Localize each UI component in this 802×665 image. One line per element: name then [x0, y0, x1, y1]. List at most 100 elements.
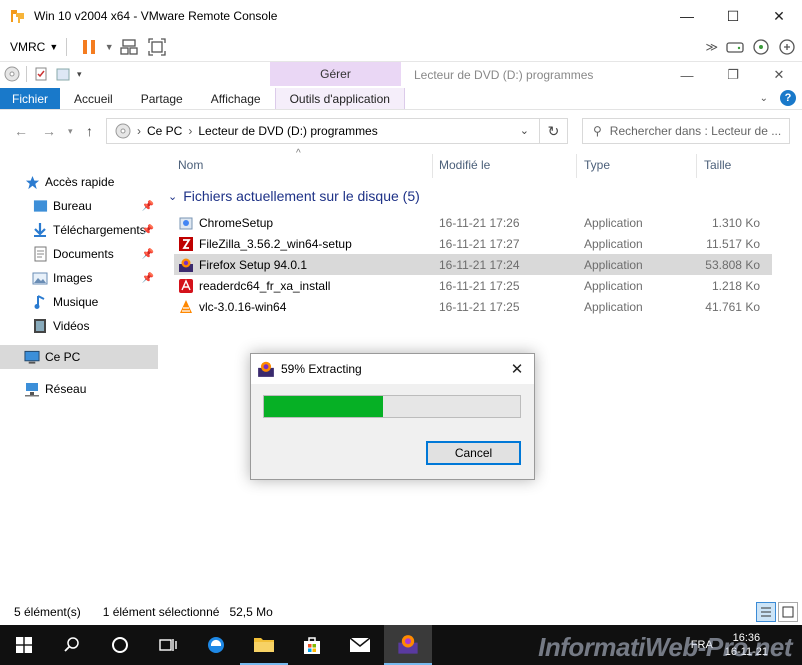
cortana-button[interactable] [96, 625, 144, 665]
customize-qa-icon[interactable]: ▾ [77, 69, 82, 80]
breadcrumb-ce-pc[interactable]: Ce PC [147, 124, 182, 138]
windows-taskbar: FRA 16:36 16-11-21 InformatiWeb-Pro.net [0, 625, 802, 665]
tab-outils-application[interactable]: Outils d'application [274, 88, 405, 109]
file-type: Application [584, 236, 643, 251]
forward-arrow-icon[interactable]: → [42, 123, 56, 139]
recent-locations-icon[interactable]: ▾ [68, 126, 73, 137]
sidebar-item-images[interactable]: Images 📌 [0, 266, 158, 290]
address-bar[interactable]: › Ce PC › Lecteur de DVD (D:) programmes… [106, 118, 540, 144]
column-divider[interactable] [576, 154, 577, 178]
hard-drive-icon[interactable] [726, 40, 744, 54]
music-icon [32, 294, 48, 310]
refresh-button[interactable]: ↻ [540, 118, 568, 144]
vmrc-menu-label: VMRC [10, 39, 46, 54]
file-type: Application [584, 257, 643, 272]
taskbar-mail[interactable] [336, 625, 384, 665]
start-button[interactable] [0, 625, 48, 665]
column-divider[interactable] [432, 154, 433, 178]
usb-device-icon[interactable] [778, 38, 796, 56]
sidebar-item-telechargements[interactable]: Téléchargements 📌 [0, 218, 158, 242]
chevron-down-icon[interactable]: ⌄ [520, 124, 529, 137]
explorer-minimize-button[interactable]: — [664, 62, 710, 88]
chevron-down-icon: ▼ [104, 41, 114, 52]
extract-progress-bar [263, 395, 521, 418]
status-selection: 1 élément sélectionné [102, 605, 220, 619]
cancel-button[interactable]: Cancel [426, 441, 521, 465]
taskbar-firefox-installer[interactable] [384, 625, 432, 665]
pin-icon: 📌 [141, 200, 154, 212]
task-view-button[interactable] [144, 625, 192, 665]
sidebar-item-reseau[interactable]: Réseau [0, 377, 158, 401]
file-name: Firefox Setup 94.0.1 [199, 257, 308, 272]
file-name: readerdc64_fr_xa_install [199, 278, 331, 293]
taskbar-edge[interactable] [192, 625, 240, 665]
qa-divider [26, 66, 27, 82]
file-row-firefox-setup[interactable]: Firefox Setup 94.0.1 16-11-21 17:24 Appl… [174, 254, 772, 275]
file-size: 11.517 Ko [706, 236, 760, 251]
tab-fichier[interactable]: Fichier [0, 88, 61, 109]
filezilla-icon [179, 236, 193, 251]
tab-partage[interactable]: Partage [127, 88, 197, 109]
search-icon: ⚲ [593, 124, 602, 138]
sidebar-item-ce-pc[interactable]: Ce PC [0, 345, 158, 369]
status-item-count: 5 élément(s) [14, 605, 81, 619]
video-folder-icon [32, 318, 48, 334]
minimize-button[interactable]: — [664, 0, 710, 32]
breadcrumb-dvd-drive[interactable]: Lecteur de DVD (D:) programmes [198, 124, 377, 138]
refresh-icon: ↻ [547, 122, 560, 139]
power-menu-button[interactable]: ▼ [103, 37, 115, 57]
taskbar-store[interactable] [288, 625, 336, 665]
sidebar-item-documents[interactable]: Documents 📌 [0, 242, 158, 266]
cd-drive-icon[interactable] [752, 38, 770, 56]
file-row-chromesetup[interactable]: ChromeSetup 16-11-21 17:26 Application 1… [174, 212, 772, 233]
sidebar-item-label: Bureau [53, 199, 92, 213]
taskbar-file-explorer[interactable] [240, 625, 288, 665]
ribbon-tabs: Fichier Accueil Partage Affichage Outils… [0, 88, 802, 110]
file-row-reader[interactable]: readerdc64_fr_xa_install 16-11-21 17:25 … [174, 275, 772, 296]
back-arrow-icon[interactable]: ← [14, 123, 28, 139]
pause-button[interactable] [79, 37, 99, 57]
sidebar-item-acces-rapide[interactable]: Accès rapide [0, 170, 158, 194]
dialog-close-button[interactable]: ✕ [500, 354, 534, 384]
tab-accueil[interactable]: Accueil [60, 88, 127, 109]
sidebar-item-label: Réseau [45, 382, 87, 396]
site-watermark: InformatiWeb-Pro.net [538, 632, 792, 662]
column-header-type[interactable]: Type [584, 158, 610, 172]
search-input[interactable]: ⚲ Rechercher dans : Lecteur de ... [582, 118, 790, 144]
maximize-button[interactable]: ☐ [710, 0, 756, 32]
vmrc-menu-button[interactable]: VMRC ▼ [10, 40, 58, 54]
firefox-setup-icon [179, 258, 193, 272]
explorer-maximize-button[interactable]: ❐ [710, 62, 756, 88]
sidebar-item-label: Ce PC [45, 350, 81, 364]
column-header-nom[interactable]: Nom [178, 158, 203, 172]
fullscreen-button[interactable] [147, 37, 167, 57]
file-size: 53.808 Ko [705, 257, 760, 272]
up-arrow-icon[interactable]: ↑ [86, 123, 93, 139]
column-header-taille[interactable]: Taille [704, 158, 731, 172]
double-chevron-right-icon[interactable]: ≫ [705, 40, 718, 54]
edge-icon [208, 637, 224, 653]
file-row-filezilla[interactable]: FileZilla_3.56.2_win64-setup 16-11-21 17… [174, 233, 772, 254]
sidebar-item-musique[interactable]: Musique [0, 290, 158, 314]
pin-icon: 📌 [141, 272, 154, 284]
network-icon [24, 381, 40, 397]
tab-affichage[interactable]: Affichage [197, 88, 275, 109]
column-header-modifie-le[interactable]: Modifié le [439, 158, 490, 172]
group-header[interactable]: ⌄ Fichiers actuellement sur le disque (5… [168, 188, 420, 204]
close-button[interactable]: ✕ [756, 0, 802, 32]
expand-ribbon-icon[interactable]: ⌄ [760, 93, 768, 104]
search-button[interactable] [48, 625, 96, 665]
explorer-close-button[interactable]: ✕ [756, 62, 802, 88]
large-icons-view-button[interactable] [778, 602, 798, 622]
send-ctrl-alt-del-button[interactable] [119, 37, 139, 57]
new-folder-icon[interactable] [55, 66, 71, 82]
properties-icon[interactable] [33, 66, 49, 82]
vlc-icon [180, 299, 192, 313]
sidebar-item-videos[interactable]: Vidéos [0, 314, 158, 338]
column-divider[interactable] [696, 154, 697, 178]
sidebar-item-bureau[interactable]: Bureau 📌 [0, 194, 158, 218]
help-icon[interactable]: ? [780, 90, 796, 106]
details-view-button[interactable] [756, 602, 776, 622]
task-view-icon [159, 639, 177, 651]
file-row-vlc[interactable]: vlc-3.0.16-win64 16-11-21 17:25 Applicat… [174, 296, 772, 317]
